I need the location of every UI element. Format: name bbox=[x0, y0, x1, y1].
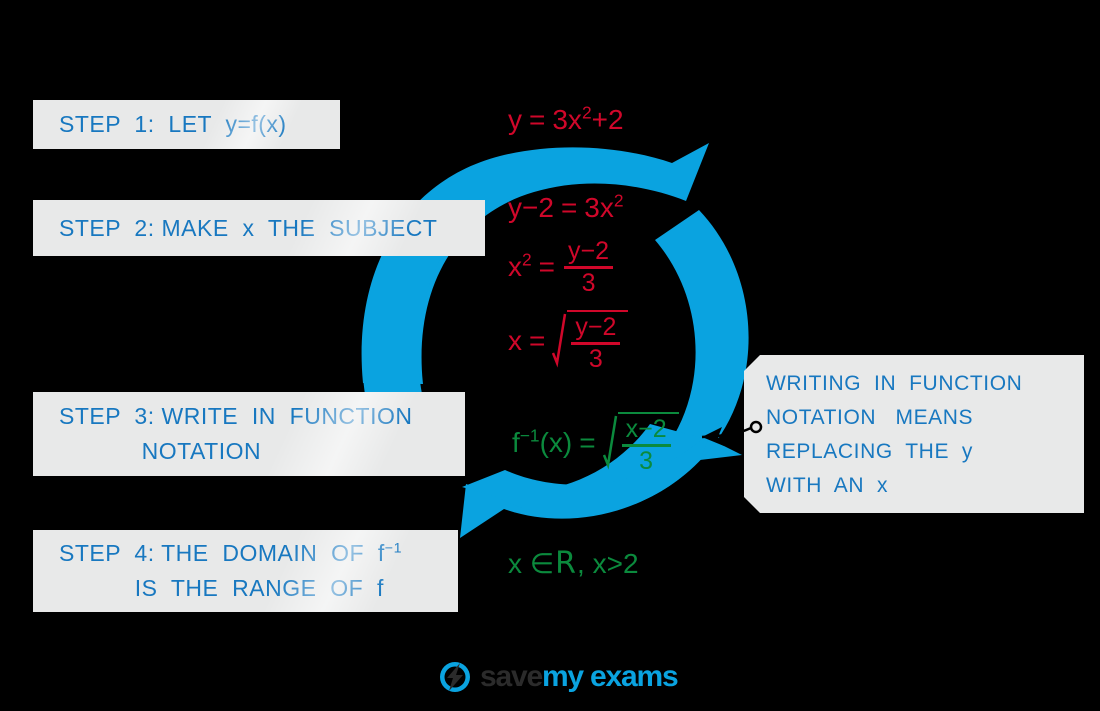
step-1-line-1: STEP 1: LET y=f(x) bbox=[59, 111, 287, 138]
eq3-denominator: 3 bbox=[581, 268, 596, 297]
equation-5-inverse-function: f−1(x) = x−2 3 bbox=[512, 412, 679, 475]
eq3-relation: = bbox=[538, 251, 556, 283]
eq1-relation: = bbox=[529, 104, 546, 135]
eq4-radicand: y−2 3 bbox=[567, 310, 629, 373]
step-1-box: STEP 1: LET y=f(x) bbox=[33, 100, 340, 149]
equation-3: x2 = y−2 3 bbox=[508, 238, 615, 297]
eq2-lhs: y−2 bbox=[508, 192, 554, 223]
infographic-canvas: STEP 1: LET y=f(x) STEP 2: MAKE x THE SU… bbox=[0, 0, 1100, 711]
eq5-fraction: x−2 3 bbox=[621, 415, 671, 475]
callout-line-2: NOTATION MEANS bbox=[766, 406, 974, 430]
eq4-lhs: x bbox=[508, 325, 522, 357]
eq5-radicand: x−2 3 bbox=[617, 412, 679, 475]
eq2-relation: = bbox=[560, 192, 578, 223]
step-3-line-1: STEP 3: WRITE IN FUNCTION bbox=[59, 403, 413, 430]
equation-4: x = y−2 3 bbox=[508, 310, 629, 373]
eq6-text-a: x ∈ bbox=[508, 548, 555, 579]
eq4-denominator: 3 bbox=[588, 344, 603, 373]
step-2-line-1: STEP 2: MAKE x THE SUBJECT bbox=[59, 214, 438, 241]
radical-tick-icon bbox=[602, 412, 618, 475]
step-3-box: STEP 3: WRITE IN FUNCTION NOTATION bbox=[33, 392, 465, 476]
eq2-rhs: 3x2 bbox=[584, 190, 624, 223]
logo-wordmark: savemy exams bbox=[480, 660, 679, 694]
callout-line-1: WRITING IN FUNCTION bbox=[766, 372, 1023, 395]
eq5-relation: = bbox=[579, 427, 596, 459]
equation-6-domain: x ∈ R , x>2 bbox=[508, 546, 639, 581]
eq3-lhs: x2 bbox=[508, 249, 532, 283]
step-2-box: STEP 2: MAKE x THE SUBJECT bbox=[33, 200, 485, 256]
eq1-lhs: y bbox=[508, 104, 522, 135]
logo-word-save: save bbox=[480, 660, 543, 693]
eq5-denominator: 3 bbox=[639, 446, 654, 475]
save-my-exams-logo: savemy exams bbox=[438, 660, 679, 694]
eq5-radical: x−2 3 bbox=[602, 412, 679, 475]
callout-line-3: REPLACING THE y bbox=[766, 440, 974, 464]
step-4-box: STEP 4: THE DOMAIN OF f−1 IS THE RANGE O… bbox=[33, 530, 458, 612]
eq3-numerator: y−2 bbox=[568, 237, 610, 265]
equation-1: y = 3x2+2 bbox=[508, 104, 624, 136]
callout-connector-arrow bbox=[701, 420, 763, 446]
step-4-line-1: STEP 4: THE DOMAIN OF f−1 bbox=[59, 540, 403, 567]
eq1-rhs: 3x2+2 bbox=[552, 102, 624, 135]
radical-tick-icon bbox=[552, 310, 567, 373]
equation-2: y−2 = 3x2 bbox=[508, 192, 624, 224]
eq4-radical: y−2 3 bbox=[552, 310, 629, 373]
lightning-bolt-circle-icon bbox=[440, 662, 470, 692]
eq4-fraction: y−2 3 bbox=[571, 313, 621, 373]
eq3-fraction: y−2 3 bbox=[564, 237, 614, 297]
callout-line-4: WITH AN x bbox=[766, 474, 889, 498]
callout-note: WRITING IN FUNCTION NOTATION MEANS REPLA… bbox=[744, 355, 1084, 513]
eq6-text-b: , x>2 bbox=[577, 547, 639, 579]
step-4-line-2: IS THE RANGE OF f bbox=[59, 575, 384, 601]
eq5-numerator: x−2 bbox=[625, 415, 667, 443]
eq4-relation: = bbox=[529, 325, 546, 357]
logo-word-myexams: my exams bbox=[541, 660, 679, 693]
eq5-lhs: f−1(x) bbox=[512, 425, 573, 459]
eq6-real-set-symbol: R bbox=[555, 546, 577, 581]
eq4-numerator: y−2 bbox=[575, 313, 617, 341]
step-3-line-2: NOTATION bbox=[59, 438, 262, 464]
